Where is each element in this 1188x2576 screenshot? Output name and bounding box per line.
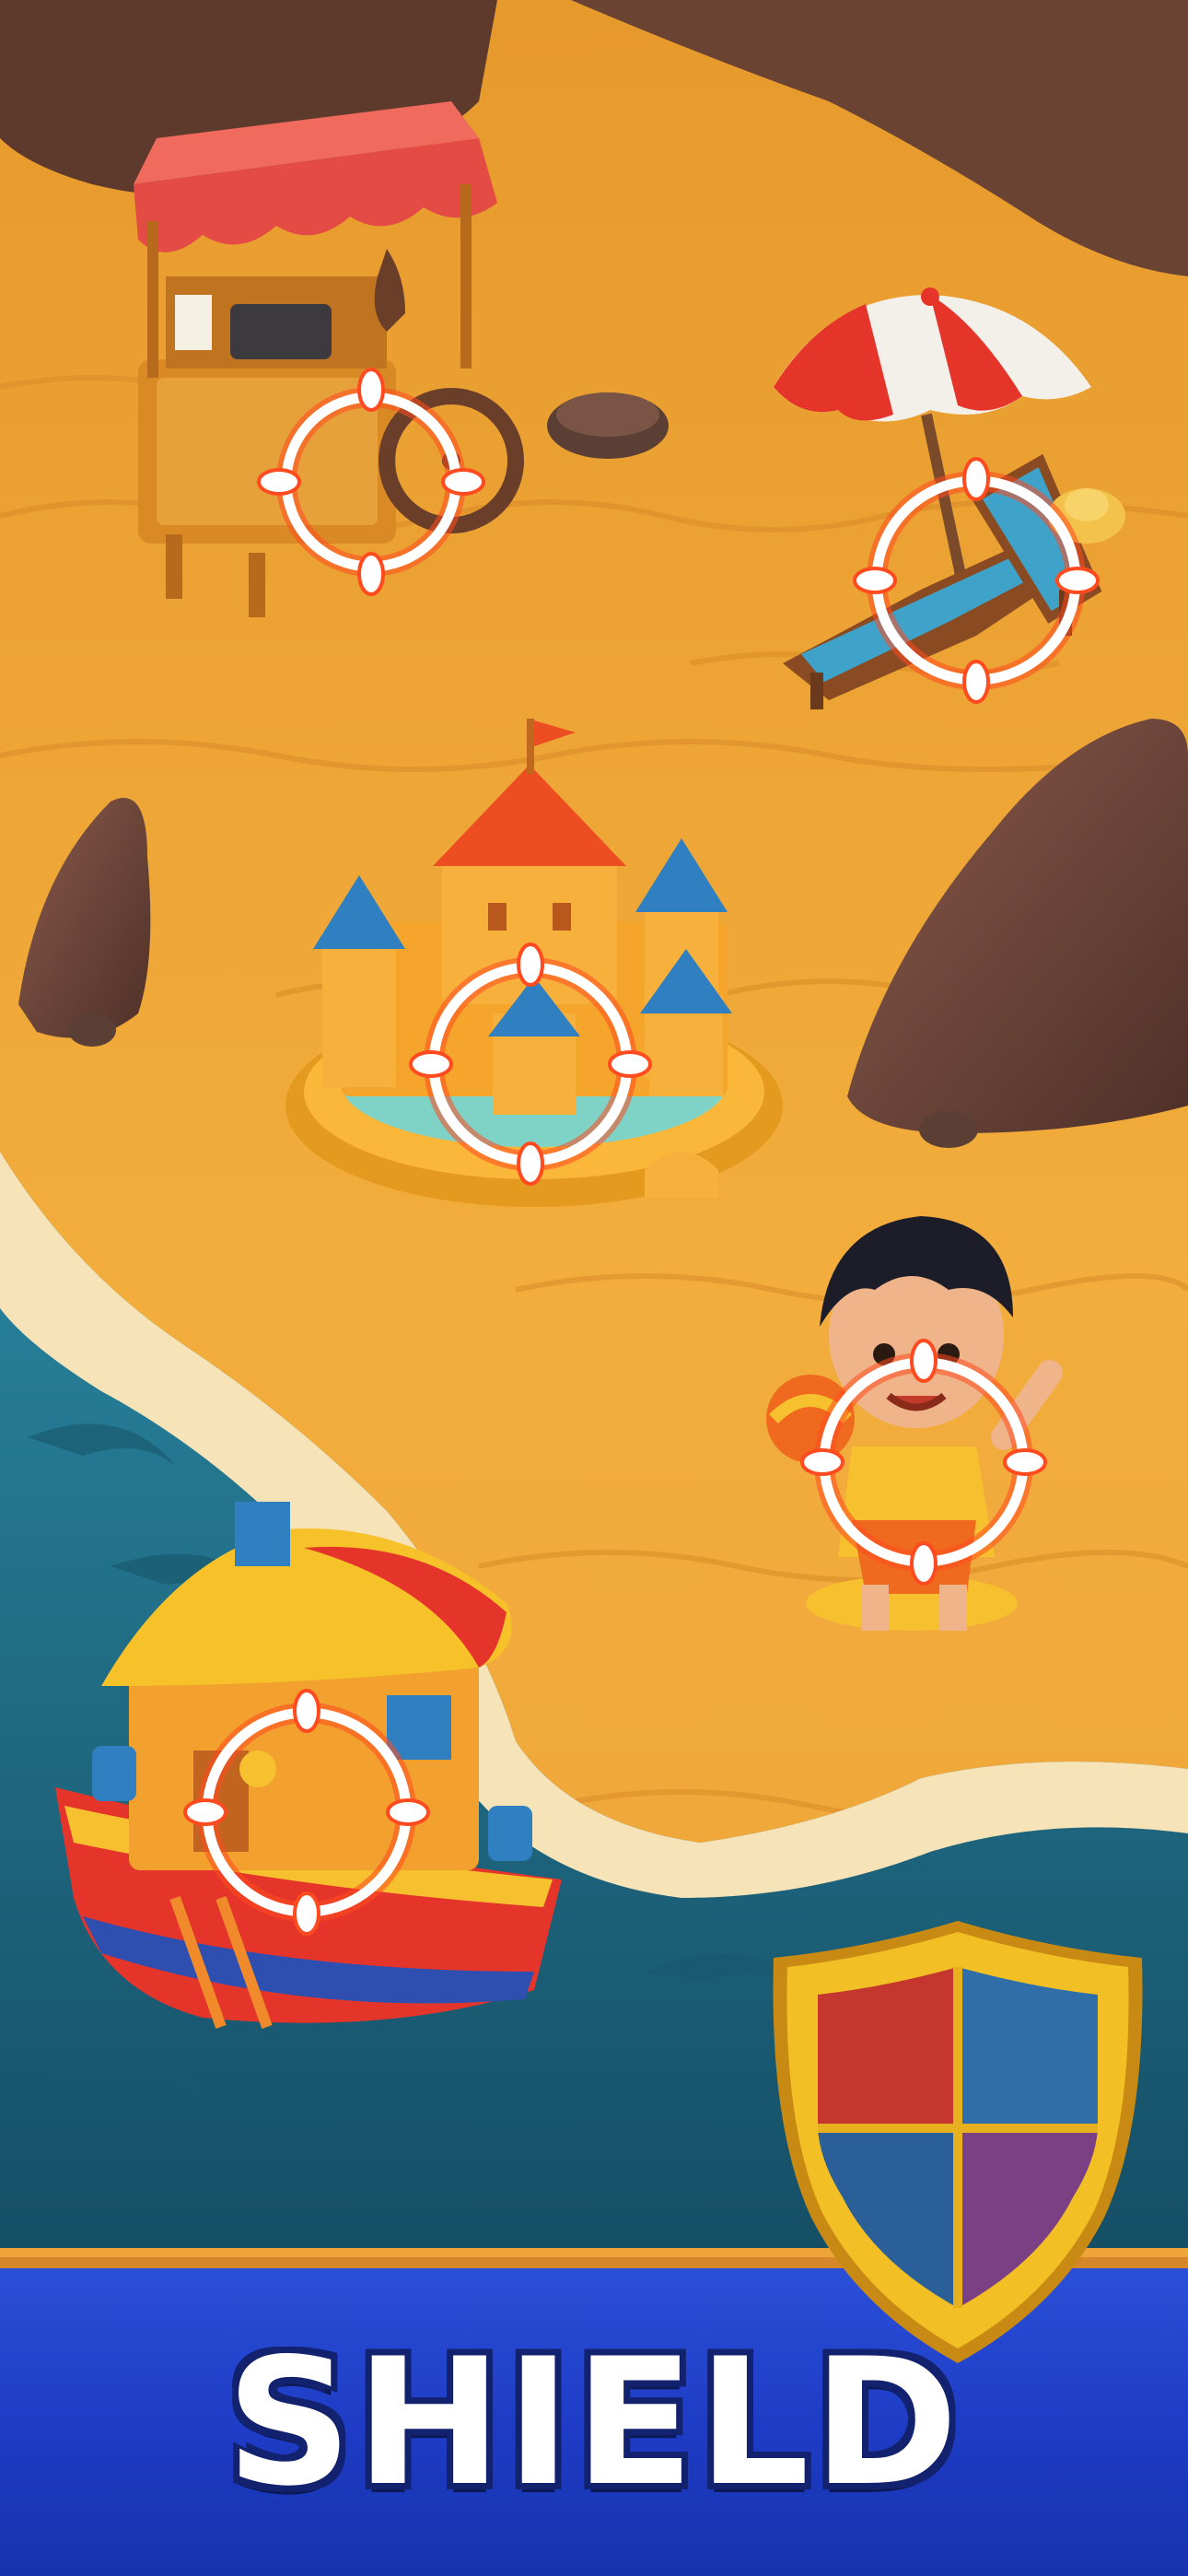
banner-title[interactable]: SHIELD: [0, 2336, 1188, 2511]
game-screen: SHIELD: [0, 0, 1188, 2576]
shield-icon[interactable]: [755, 1912, 1160, 2372]
